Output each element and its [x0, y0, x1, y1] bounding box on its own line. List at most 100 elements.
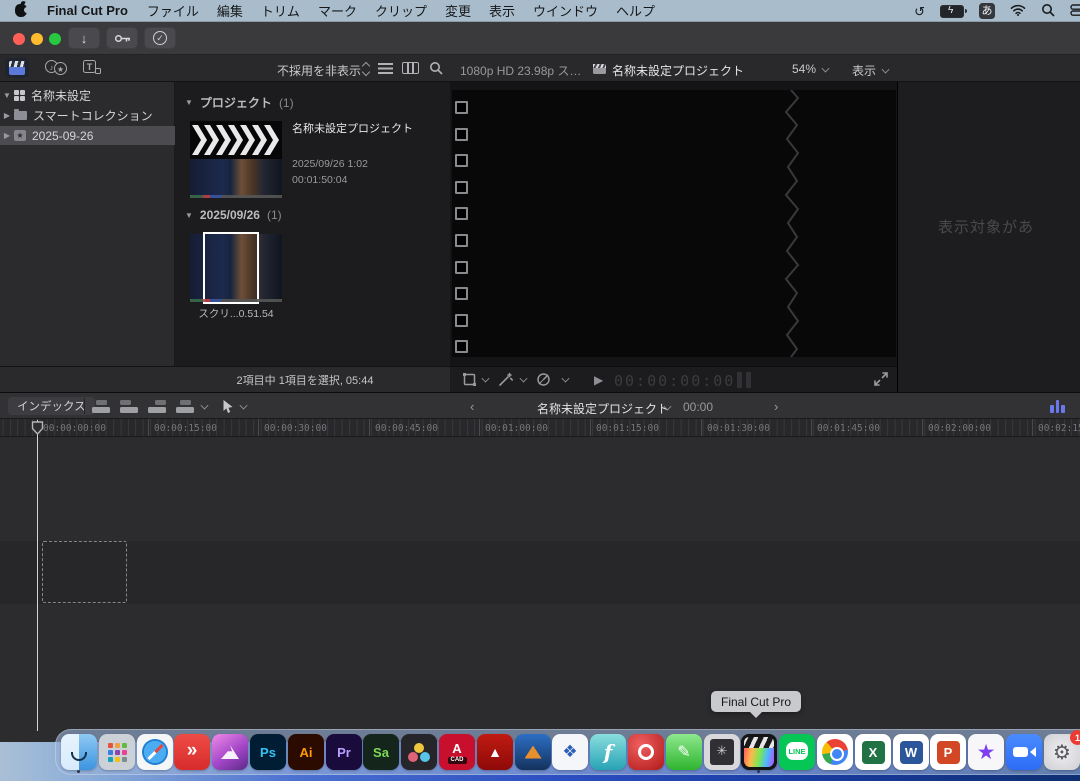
filmstrip-view-button[interactable]: [402, 62, 419, 74]
overwrite-clip-button[interactable]: [176, 400, 196, 413]
timeline-selection-placeholder[interactable]: [42, 541, 127, 603]
close-window-button[interactable]: [13, 33, 25, 45]
clip-selection-frame[interactable]: [203, 232, 259, 304]
clip-filename[interactable]: スクリ...0.51.54: [178, 306, 294, 321]
dock-icon-launchpad[interactable]: [99, 734, 135, 770]
dock-icon-premiere-pro[interactable]: Pr: [326, 734, 362, 770]
play-button[interactable]: ▶: [594, 373, 603, 387]
disclosure-right-icon[interactable]: ▶: [0, 111, 14, 120]
browser-search-icon[interactable]: [429, 61, 443, 75]
dock-icon-safari[interactable]: [137, 734, 173, 770]
control-center-icon[interactable]: [1070, 4, 1080, 19]
import-media-button[interactable]: ↓: [68, 27, 100, 49]
menu-item-view[interactable]: 表示: [480, 1, 524, 20]
timeline-ruler[interactable]: 00:00:00:00 00:00:15:00 00:00:30:00 00:0…: [0, 419, 1080, 437]
append-clip-button[interactable]: [148, 400, 168, 413]
audio-meters-mini[interactable]: [737, 372, 751, 388]
sidebar-library-row[interactable]: ▼ 名称未設定: [0, 86, 175, 105]
dock-icon-pen-app[interactable]: [666, 734, 702, 770]
next-project-arrow[interactable]: ›: [774, 399, 778, 414]
sidebar-item-smart-collection[interactable]: ▶ スマートコレクション: [0, 106, 175, 125]
time-machine-icon[interactable]: ↺: [914, 5, 925, 18]
project-thumbnail[interactable]: [190, 121, 282, 198]
sidebar-item-event[interactable]: ▶ ★ 2025-09-26: [0, 126, 175, 145]
dock-icon-f-app[interactable]: f: [590, 734, 626, 770]
dock-icon-acrobat[interactable]: [477, 734, 513, 770]
dock-icon-external-drive[interactable]: [704, 734, 740, 770]
previous-project-arrow[interactable]: ‹: [470, 399, 474, 414]
titles-generators-sidebar-icon[interactable]: [83, 60, 103, 76]
dock-icon-davinci-resolve[interactable]: [401, 734, 437, 770]
disclosure-down-icon[interactable]: ▼: [0, 91, 14, 100]
clip-thumbnail[interactable]: [190, 234, 282, 302]
dock-icon-red-chevron-app[interactable]: [174, 734, 210, 770]
minimize-window-button[interactable]: [31, 33, 43, 45]
retime-icon[interactable]: [536, 372, 551, 387]
chevron-down-icon[interactable]: [562, 375, 570, 383]
chevron-down-icon[interactable]: [240, 402, 248, 410]
dock-icon-affinity-photo[interactable]: [212, 734, 248, 770]
project-name[interactable]: 名称未設定プロジェクト: [292, 122, 416, 136]
chevron-down-icon[interactable]: [520, 375, 528, 383]
dock-icon-autocad[interactable]: ACAD: [439, 734, 475, 770]
dock-icon-3d-modeling-app[interactable]: [515, 734, 551, 770]
audio-meters-toggle-icon[interactable]: [1050, 400, 1065, 413]
dock-icon-blue-cubes-app[interactable]: [552, 734, 588, 770]
list-view-button[interactable]: [378, 63, 393, 74]
timeline-project-dropdown[interactable]: 名称未設定プロジェクト: [537, 400, 669, 417]
disclosure-down-icon[interactable]: ▼: [185, 211, 193, 220]
dock-icon-photoshop[interactable]: Ps: [250, 734, 286, 770]
section-header-date[interactable]: ▼ 2025/09/26 (1): [185, 208, 282, 222]
chevron-down-icon[interactable]: [482, 375, 490, 383]
menu-item-app[interactable]: Final Cut Pro: [37, 3, 138, 18]
zoom-window-button[interactable]: [49, 33, 61, 45]
menu-item-edit[interactable]: 編集: [208, 1, 252, 20]
dock-icon-zoom[interactable]: [1006, 734, 1042, 770]
menu-item-clip[interactable]: クリップ: [366, 1, 436, 20]
dock-icon-camera-app[interactable]: [628, 734, 664, 770]
menu-item-modify[interactable]: 変更: [436, 1, 480, 20]
dock-icon-illustrator[interactable]: Ai: [288, 734, 324, 770]
timeline-area[interactable]: [0, 437, 1080, 742]
viewer-view-dropdown[interactable]: 表示: [852, 62, 889, 79]
menu-item-file[interactable]: ファイル: [138, 1, 208, 20]
chevron-down-icon[interactable]: [201, 402, 209, 410]
fullscreen-expand-icon[interactable]: [874, 372, 888, 386]
keyword-editor-button[interactable]: [106, 27, 138, 49]
dock-icon-line[interactable]: LINE: [779, 734, 815, 770]
dock-icon-finder[interactable]: [61, 734, 97, 770]
battery-icon[interactable]: ϟ: [940, 5, 964, 18]
connect-clip-button[interactable]: [92, 400, 112, 413]
show-browser-button[interactable]: [5, 58, 29, 78]
disclosure-right-icon[interactable]: ▶: [0, 131, 14, 140]
playhead-handle[interactable]: [31, 421, 44, 435]
dock-icon-system-settings[interactable]: 1: [1044, 734, 1080, 770]
background-tasks-button[interactable]: ✓: [144, 27, 176, 49]
menu-item-window[interactable]: ウインドウ: [524, 1, 607, 20]
menu-item-help[interactable]: ヘルプ: [607, 1, 664, 20]
enhancements-wand-icon[interactable]: [498, 372, 513, 387]
spotlight-search-icon[interactable]: [1041, 3, 1055, 20]
index-button[interactable]: インデックス: [8, 397, 95, 415]
clip-filter-dropdown[interactable]: 不採用を非表示: [277, 62, 361, 79]
dock-icon-sa-app[interactable]: Sa: [363, 734, 399, 770]
dock-icon-imovie[interactable]: [968, 734, 1004, 770]
dock-icon-excel[interactable]: X: [855, 734, 891, 770]
dock-icon-chrome[interactable]: [817, 734, 853, 770]
input-source-icon[interactable]: あ: [979, 3, 995, 19]
section-header-projects[interactable]: ▼ プロジェクト (1): [185, 94, 294, 111]
dock-icon-powerpoint[interactable]: P: [930, 734, 966, 770]
menu-item-trim[interactable]: トリム: [252, 1, 309, 20]
dock-icon-word[interactable]: W: [893, 734, 929, 770]
dock-icon-final-cut-pro[interactable]: [741, 734, 777, 770]
wifi-icon[interactable]: [1010, 4, 1026, 19]
apple-menu-icon[interactable]: [15, 4, 27, 17]
disclosure-down-icon[interactable]: ▼: [185, 98, 193, 107]
transform-crop-icon[interactable]: [462, 372, 477, 387]
playhead-line[interactable]: [37, 420, 38, 731]
menu-item-mark[interactable]: マーク: [309, 1, 366, 20]
insert-clip-button[interactable]: [120, 400, 140, 413]
photos-audio-sidebar-icon[interactable]: [45, 60, 69, 76]
viewer-zoom-dropdown[interactable]: 54%: [792, 62, 829, 76]
viewer-format-info[interactable]: 1080p HD 23.98p ス…: [460, 62, 581, 79]
